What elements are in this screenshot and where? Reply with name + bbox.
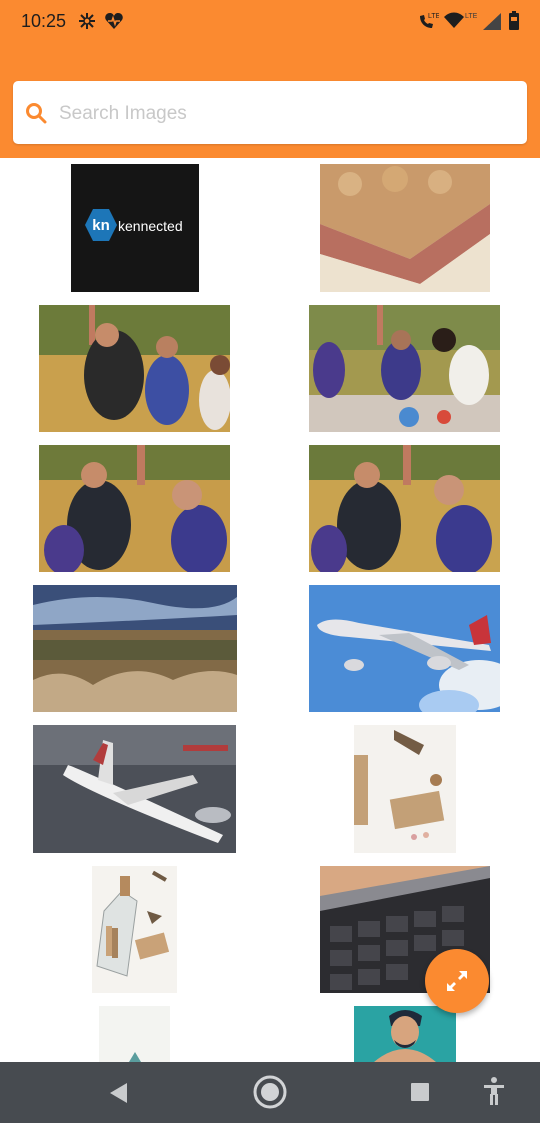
accessibility-icon bbox=[484, 1077, 504, 1105]
expand-fab-button[interactable] bbox=[425, 949, 489, 1013]
toy-airplanes-photo bbox=[33, 725, 236, 853]
image-tile-picnic-group[interactable] bbox=[309, 305, 500, 432]
app-header: 10:25 LTE LTE R Search Images bbox=[0, 0, 540, 158]
svg-text:R: R bbox=[485, 19, 490, 26]
svg-text:LTE: LTE bbox=[465, 13, 478, 20]
volte-call-icon: LTE bbox=[417, 11, 441, 36]
image-tile-couple-feeding[interactable] bbox=[39, 445, 230, 572]
navigation-bar bbox=[0, 1062, 540, 1123]
image-tile-couple-feeding-2[interactable] bbox=[309, 445, 500, 572]
expand-arrows-icon bbox=[447, 971, 467, 991]
back-button[interactable] bbox=[100, 1062, 140, 1123]
couple-feeding-photo-2 bbox=[309, 445, 500, 572]
image-tile-wetland[interactable] bbox=[33, 585, 237, 712]
home-button[interactable] bbox=[248, 1062, 292, 1123]
svg-text:LTE: LTE bbox=[428, 13, 439, 20]
image-tile-toy-airplanes[interactable] bbox=[33, 725, 236, 853]
recents-icon bbox=[411, 1083, 429, 1101]
image-grid[interactable]: kn kennected bbox=[0, 158, 540, 1062]
kennected-logo: kn kennected bbox=[71, 164, 199, 292]
recents-button[interactable] bbox=[400, 1062, 440, 1123]
image-tile-minimal-cone[interactable] bbox=[99, 1006, 170, 1062]
status-time: 10:25 bbox=[21, 11, 67, 31]
status-bar: 10:25 LTE LTE R bbox=[0, 0, 540, 44]
pinwheel-icon bbox=[77, 11, 97, 36]
minimal-cone-photo bbox=[99, 1006, 170, 1062]
image-tile-couple-park[interactable] bbox=[39, 305, 230, 432]
man-illustration-photo bbox=[354, 1006, 456, 1062]
bottle-notes-photo bbox=[354, 725, 456, 853]
signal-icon: LTE R bbox=[465, 11, 503, 36]
message-bottle-photo bbox=[92, 866, 177, 993]
image-tile-man-illustration[interactable] bbox=[354, 1006, 456, 1062]
kennected-logo-mark: kn bbox=[92, 217, 110, 234]
airplane-flying-photo bbox=[309, 585, 500, 712]
wifi-icon bbox=[443, 11, 465, 36]
heart-pulse-icon bbox=[104, 11, 124, 36]
image-tile-kennected[interactable]: kn kennected bbox=[71, 164, 199, 292]
couple-park-photo bbox=[39, 305, 230, 432]
image-tile-sandwich[interactable] bbox=[320, 164, 490, 292]
home-icon bbox=[253, 1075, 287, 1109]
back-icon bbox=[110, 1083, 127, 1103]
sandwich-photo bbox=[320, 164, 490, 292]
wetland-landscape-photo bbox=[33, 585, 237, 712]
image-tile-bottle-notes[interactable] bbox=[354, 725, 456, 853]
image-tile-airplane[interactable] bbox=[309, 585, 500, 712]
battery-icon bbox=[508, 11, 520, 36]
picnic-group-photo bbox=[309, 305, 500, 432]
search-bar[interactable] bbox=[13, 81, 527, 146]
kennected-logo-text: kennected bbox=[118, 218, 183, 234]
search-input[interactable] bbox=[57, 81, 521, 146]
image-tile-message-bottle[interactable] bbox=[92, 866, 177, 993]
couple-feeding-photo bbox=[39, 445, 230, 572]
accessibility-button[interactable] bbox=[476, 1062, 512, 1123]
search-icon bbox=[25, 102, 47, 129]
